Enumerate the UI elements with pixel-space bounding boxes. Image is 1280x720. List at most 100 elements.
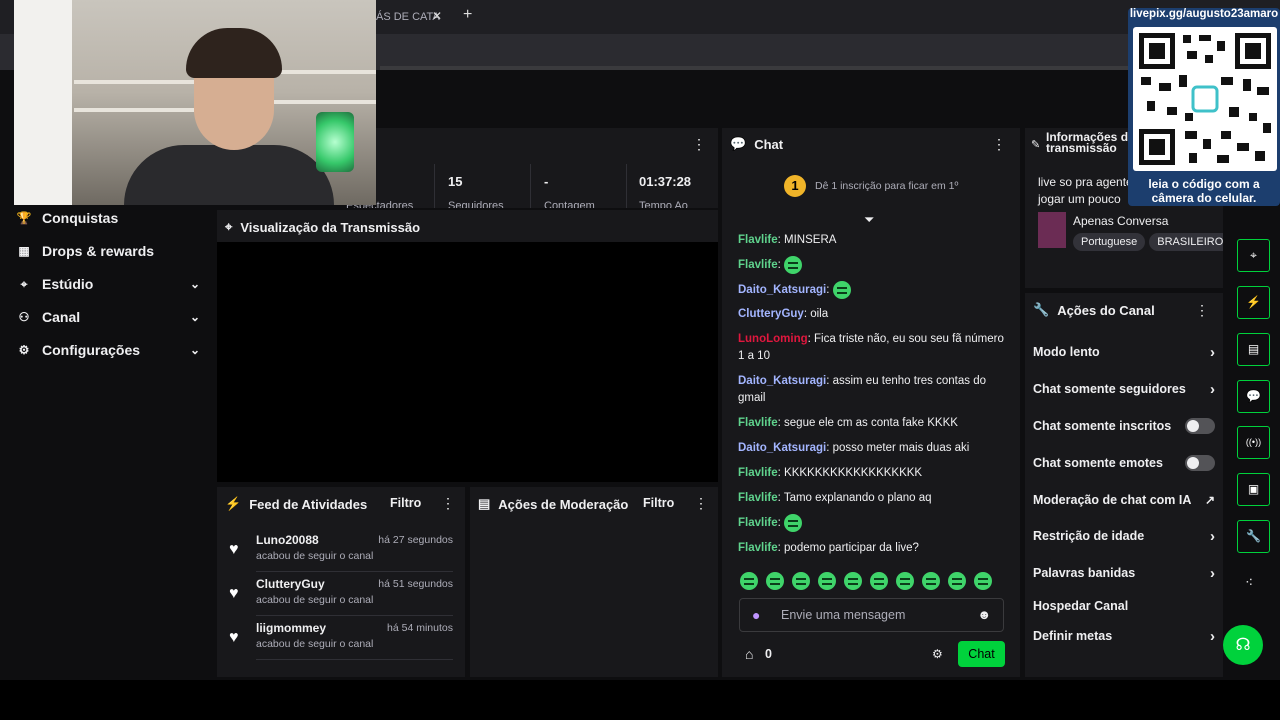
channel-action-item[interactable]: Modo lento › bbox=[1033, 341, 1215, 363]
chat-bubble-icon[interactable]: 💬 bbox=[1237, 380, 1270, 413]
emote-icon[interactable] bbox=[896, 572, 914, 590]
chat-username[interactable]: Daito_Katsuragi bbox=[738, 442, 826, 454]
channel-action-item[interactable]: Moderação de chat com IA ↗ bbox=[1033, 489, 1215, 511]
close-tab-icon[interactable]: ✕ bbox=[432, 9, 442, 23]
video-icon[interactable]: ▣ bbox=[1237, 473, 1270, 506]
emote-icon[interactable] bbox=[792, 572, 810, 590]
chat-username[interactable]: Flavlife bbox=[738, 517, 778, 529]
chat-username[interactable]: Flavlife bbox=[738, 417, 778, 429]
channel-action-item[interactable]: Chat somente seguidores › bbox=[1033, 378, 1215, 400]
qr-code-icon bbox=[1133, 27, 1277, 171]
chat-text: MINSERA bbox=[784, 234, 837, 246]
chat-username[interactable]: Flavlife bbox=[738, 542, 778, 554]
tag-chip[interactable]: BRASILEIRO bbox=[1149, 233, 1223, 251]
sub-goal-text: Dê 1 inscrição para ficar em 1º bbox=[815, 180, 959, 192]
notes-icon[interactable]: ▤ bbox=[1237, 333, 1270, 366]
emote-icon[interactable] bbox=[784, 256, 803, 274]
sidebar-item[interactable]: ⚙ Configurações ⌄ bbox=[16, 337, 200, 363]
channel-action-item[interactable]: Chat somente emotes bbox=[1033, 452, 1215, 474]
sidebar-item[interactable]: 🏆 Conquistas bbox=[16, 205, 200, 231]
channel-action-item[interactable]: Definir metas › bbox=[1033, 625, 1215, 647]
emote-icon[interactable] bbox=[766, 572, 784, 590]
channel-action-label: Palavras banidas bbox=[1033, 566, 1136, 580]
chat-username[interactable]: Flavlife bbox=[738, 234, 778, 246]
chevron-down-icon[interactable]: ⌄ bbox=[190, 310, 200, 324]
chat-message: LunoLoming: Fica triste não, eu sou seu … bbox=[738, 333, 1004, 362]
extra-icon[interactable]: ⁖ bbox=[1245, 574, 1253, 591]
emote-icon[interactable] bbox=[784, 514, 803, 532]
stat-label: Contagem bbox=[544, 200, 595, 208]
chat-username[interactable]: Flavlife bbox=[738, 259, 778, 271]
toggle-switch[interactable] bbox=[1185, 418, 1215, 434]
emote-icon[interactable] bbox=[844, 572, 862, 590]
wrench-icon[interactable]: 🔧 bbox=[1237, 520, 1270, 553]
feed-item[interactable]: ♥ Luno20088 há 27 segundos acabou de seguir… bbox=[229, 533, 453, 577]
store-icon[interactable]: ⌂ bbox=[745, 646, 753, 662]
new-tab-icon[interactable]: + bbox=[463, 6, 472, 24]
chat-message: Flavlife: bbox=[738, 514, 1010, 532]
feed-filter-button[interactable]: Filtro bbox=[390, 496, 421, 510]
channel-action-item[interactable]: Chat somente inscritos bbox=[1033, 415, 1215, 437]
drops-icon: ▦ bbox=[18, 244, 30, 258]
sidebar-item[interactable]: ⌖ Estúdio ⌄ bbox=[16, 271, 200, 297]
feed-menu-icon[interactable]: ⋮ bbox=[441, 495, 455, 512]
actions-menu-icon[interactable]: ⋮ bbox=[1195, 302, 1209, 319]
wrench-icon: 🔧 bbox=[1033, 302, 1050, 317]
chat-message: ClutteryGuy: oila bbox=[738, 308, 829, 320]
channel-action-item[interactable]: Palavras banidas › bbox=[1033, 562, 1215, 584]
chat-message: Flavlife: KKKKKKKKKKKKKKKKKK bbox=[738, 467, 923, 479]
chat-menu-icon[interactable]: ⋮ bbox=[992, 136, 1006, 153]
emote-icon[interactable] bbox=[948, 572, 966, 590]
sidebar-item[interactable]: ⚇ Canal ⌄ bbox=[16, 304, 200, 330]
external-link-icon: ↗ bbox=[1204, 493, 1215, 507]
chat-text: posso meter mais duas aki bbox=[832, 442, 970, 454]
lightning-icon[interactable]: ⚡ bbox=[1237, 286, 1270, 319]
chat-message: Daito_Katsuragi: bbox=[738, 281, 1010, 299]
chat-username[interactable]: Daito_Katsuragi bbox=[738, 375, 826, 387]
chat-username[interactable]: ClutteryGuy bbox=[738, 308, 804, 320]
emote-icon[interactable] bbox=[818, 572, 836, 590]
chat-send-button[interactable]: Chat bbox=[958, 641, 1005, 667]
emote-icon[interactable] bbox=[832, 281, 851, 299]
emote-icon[interactable] bbox=[922, 572, 940, 590]
chat-settings-icon[interactable]: ⚙ bbox=[932, 647, 943, 661]
emote-icon[interactable] bbox=[740, 572, 758, 590]
help-icon[interactable]: ☊ bbox=[1223, 625, 1263, 665]
emote-icon[interactable] bbox=[974, 572, 992, 590]
followers-count: 15 bbox=[448, 174, 463, 189]
session-time: 01:37:28 bbox=[639, 174, 692, 189]
browser-tab[interactable]: ÁS DE CATA bbox=[370, 4, 458, 30]
stats-menu-icon[interactable]: ⋮ bbox=[692, 136, 706, 153]
chat-username[interactable]: LunoLoming bbox=[738, 333, 808, 345]
toggle-switch[interactable] bbox=[1185, 455, 1215, 471]
chevron-right-icon: › bbox=[1210, 343, 1215, 361]
preview-icon[interactable]: ⌖ bbox=[1237, 239, 1270, 272]
microphone-icon[interactable]: ● bbox=[752, 607, 760, 623]
moderation-menu-icon[interactable]: ⋮ bbox=[694, 495, 708, 512]
chevron-down-icon[interactable]: ⌄ bbox=[190, 343, 200, 357]
pencil-icon[interactable]: ✎ bbox=[1031, 138, 1040, 151]
chat-username[interactable]: Daito_Katsuragi bbox=[738, 284, 826, 296]
channel-action-label: Restrição de idade bbox=[1033, 529, 1145, 543]
stream-preview-video[interactable] bbox=[217, 242, 718, 482]
tag-chip[interactable]: Portuguese bbox=[1073, 233, 1146, 251]
moderation-filter-button[interactable]: Filtro bbox=[643, 496, 674, 510]
channel-action-item[interactable]: Hospedar Canal bbox=[1033, 595, 1215, 617]
broadcast-icon[interactable]: ((•)) bbox=[1237, 426, 1270, 459]
channel-action-item[interactable]: Restrição de idade › bbox=[1033, 525, 1215, 547]
chat-username[interactable]: Flavlife bbox=[738, 492, 778, 504]
emote-icon[interactable] bbox=[870, 572, 888, 590]
trophy-icon: 🏆 bbox=[16, 211, 32, 225]
category-name[interactable]: Apenas Conversa bbox=[1073, 214, 1168, 228]
sidebar-item-label: Conquistas bbox=[42, 210, 119, 226]
chat-username[interactable]: Flavlife bbox=[738, 467, 778, 479]
chevron-down-icon[interactable]: ⌄ bbox=[190, 277, 200, 291]
divider bbox=[256, 659, 453, 660]
scroll-down-icon[interactable]: ⏷ bbox=[864, 212, 874, 228]
sidebar-item[interactable]: ▦ Drops & rewards bbox=[16, 238, 200, 264]
feed-item[interactable]: ♥ ClutteryGuy há 51 segundos acabou de segu… bbox=[229, 577, 453, 621]
emoji-icon[interactable]: ☻ bbox=[977, 607, 991, 622]
feed-item[interactable]: ♥ liigmommey há 54 minutos acabou de seguir… bbox=[229, 621, 453, 665]
chat-input[interactable]: ● Envie uma mensagem ☻ bbox=[739, 598, 1004, 632]
chevron-right-icon: › bbox=[1210, 380, 1215, 398]
